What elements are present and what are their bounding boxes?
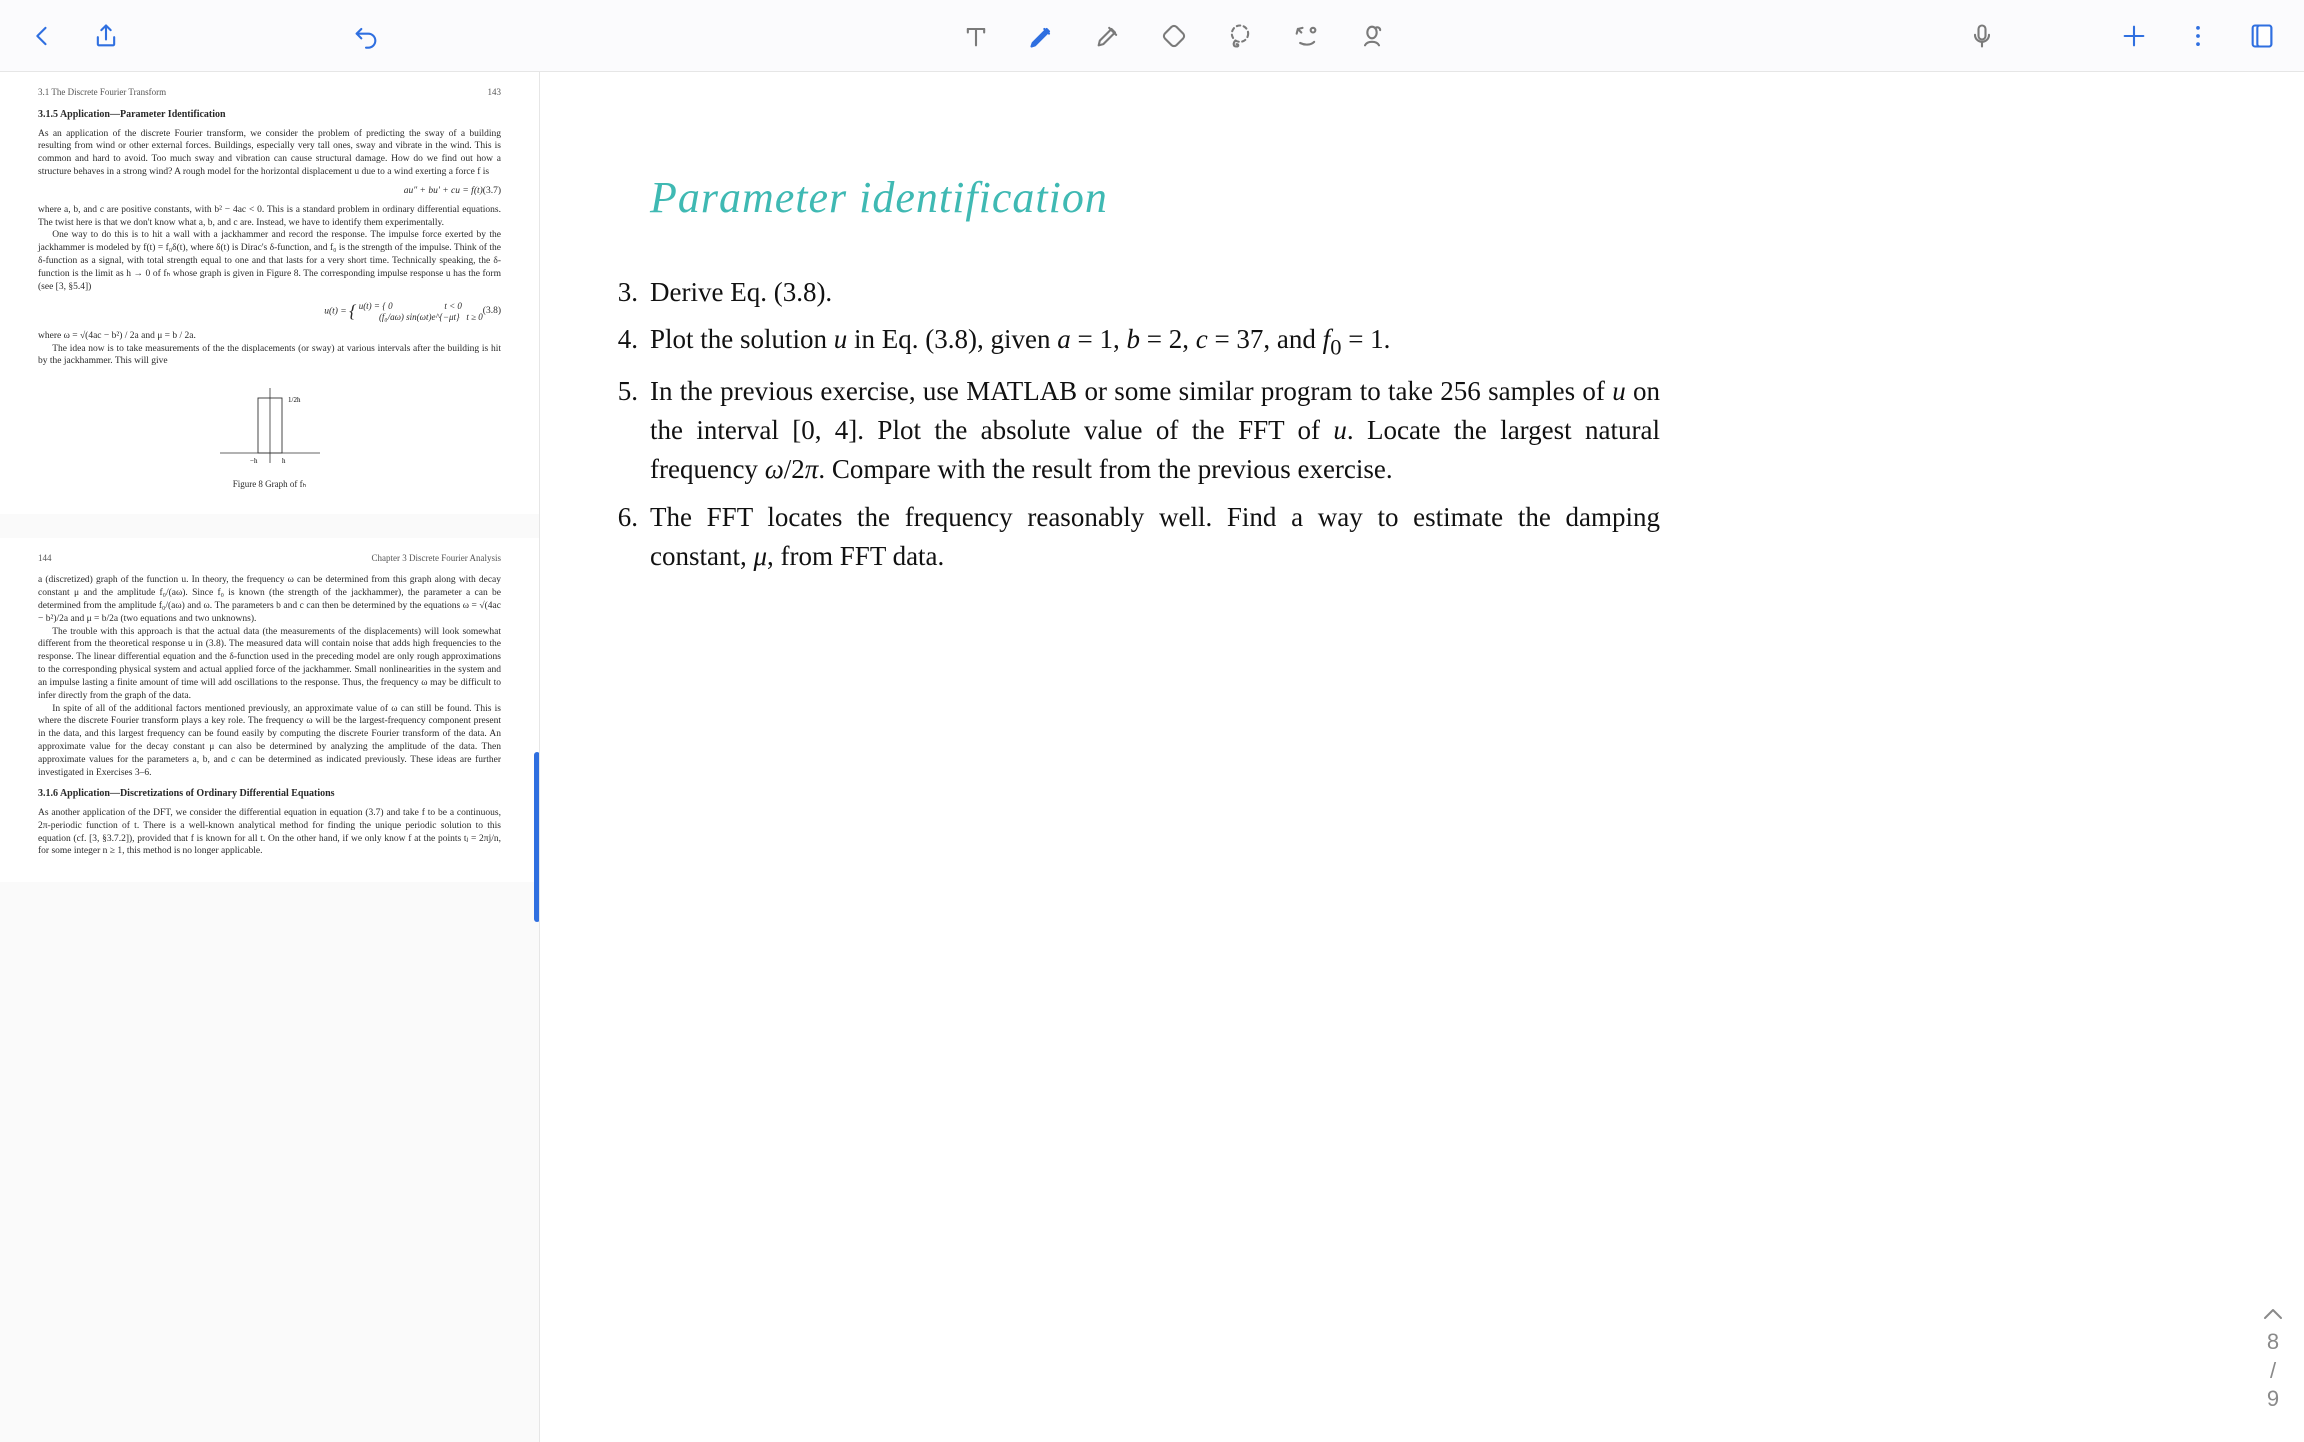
total-pages: 9 (2262, 1385, 2284, 1414)
equation-piece: u(t) = (324, 307, 349, 317)
thumbnail-page-144[interactable]: 144 Chapter 3 Discrete Fourier Analysis … (0, 538, 539, 882)
thumb-paragraph: The idea now is to take measurements of … (38, 343, 501, 369)
thumb-paragraph: As an application of the discrete Fourie… (38, 128, 501, 179)
figure-graph: 1/2h −h h (210, 378, 330, 468)
svg-text:h: h (282, 457, 286, 465)
thumb-paragraph: One way to do this is to hit a wall with… (38, 229, 501, 293)
problem-number: 3. (600, 273, 638, 312)
page-navigator: 8 / 9 (2262, 1300, 2284, 1414)
thumbnail-page-143[interactable]: 3.1 The Discrete Fourier Transform 143 3… (0, 72, 539, 514)
thumbnail-sidebar[interactable]: 3.1 The Discrete Fourier Transform 143 3… (0, 72, 540, 1442)
more-button[interactable] (2180, 18, 2216, 54)
lasso-tool-button[interactable] (1222, 18, 1258, 54)
problem-number: 6. (600, 498, 638, 537)
page-number: 144 (38, 552, 52, 564)
main-area: 3.1 The Discrete Fourier Transform 143 3… (0, 72, 2304, 1442)
problem-text: Plot the solution u in Eq. (3.8), given … (650, 324, 1390, 354)
share-button[interactable] (88, 18, 124, 54)
toolbar (0, 0, 2304, 72)
problem-text: In the previous exercise, use MATLAB or … (650, 376, 1660, 484)
highlighter-tool-button[interactable] (1090, 18, 1126, 54)
problem-text: Derive Eq. (3.8). (650, 277, 832, 307)
running-head: Chapter 3 Discrete Fourier Analysis (372, 552, 501, 564)
problem-item: 3. Derive Eq. (3.8). (642, 273, 1660, 312)
shape-tool-button[interactable] (1288, 18, 1324, 54)
problem-number: 5. (600, 372, 638, 411)
page-number: 143 (488, 86, 502, 98)
page-up-button[interactable] (2262, 1300, 2284, 1329)
text-tool-button[interactable] (958, 18, 994, 54)
handwritten-title: Parameter identification (650, 172, 2224, 223)
problem-text: The FFT locates the frequency reasonably… (650, 502, 1660, 571)
page-separator: / (2262, 1357, 2284, 1386)
microphone-button[interactable] (1964, 18, 2000, 54)
svg-text:1/2h: 1/2h (288, 396, 301, 404)
current-page: 8 (2262, 1328, 2284, 1357)
add-button[interactable] (2116, 18, 2152, 54)
figure-caption: Figure 8 Graph of fₕ (38, 478, 501, 490)
running-head: 3.1 The Discrete Fourier Transform (38, 86, 166, 98)
svg-text:−h: −h (250, 457, 258, 465)
problem-item: 4. Plot the solution u in Eq. (3.8), giv… (642, 320, 1660, 364)
thumb-paragraph: As another application of the DFT, we co… (38, 807, 501, 858)
thumb-paragraph: In spite of all of the additional factor… (38, 703, 501, 780)
pages-panel-button[interactable] (2244, 18, 2280, 54)
equation-number: (3.7) (483, 185, 501, 198)
back-button[interactable] (24, 18, 60, 54)
section-title: 3.1.5 Application—Parameter Identificati… (38, 108, 501, 122)
thumb-paragraph: where a, b, and c are positive constants… (38, 204, 501, 230)
section-title: 3.1.6 Application—Discretizations of Ord… (38, 787, 501, 801)
problem-item: 5. In the previous exercise, use MATLAB … (642, 372, 1660, 489)
stamp-tool-button[interactable] (1354, 18, 1390, 54)
undo-button[interactable] (348, 18, 384, 54)
problem-number: 4. (600, 320, 638, 359)
problem-list: 3. Derive Eq. (3.8). 4. Plot the solutio… (600, 273, 1660, 576)
note-canvas[interactable]: Parameter identification 3. Derive Eq. (… (540, 72, 2304, 1442)
equation-number: (3.8) (483, 305, 501, 318)
problem-item: 6. The FFT locates the frequency reasona… (642, 498, 1660, 576)
thumb-paragraph: where ω = √(4ac − b²) / 2a and μ = b / 2… (38, 330, 501, 343)
eraser-tool-button[interactable] (1156, 18, 1192, 54)
equation-line: u(t) = { 0 t < 0 (359, 301, 483, 312)
equation: au″ + bu′ + cu = f(t) (404, 185, 483, 198)
equation-line: (f₀/aω) sin(ωt)e^{−μt} t ≥ 0 (359, 312, 483, 323)
pen-tool-button[interactable] (1024, 18, 1060, 54)
thumb-paragraph: a (discretized) graph of the function u.… (38, 574, 501, 625)
thumb-paragraph: The trouble with this approach is that t… (38, 626, 501, 703)
